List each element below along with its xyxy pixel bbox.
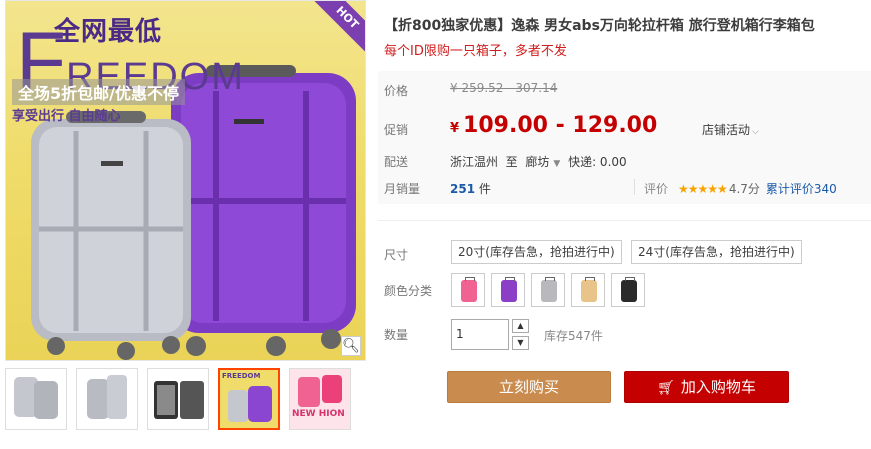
caret-down-icon: ▼ (553, 159, 561, 169)
main-product-image[interactable]: 全网最低 FREEDOM 全场5折包邮/优惠不停 享受出行 自由随心 HOT 🔍… (5, 0, 366, 361)
ship-destination: 廊坊 (525, 155, 550, 169)
promo-slogan: 享受出行 自由随心 (12, 109, 121, 124)
ship-from: 浙江温州 (450, 155, 499, 169)
pink-suitcase-icon (461, 277, 477, 302)
size-option-20[interactable]: 20寸(库存告急，抢拍进行中) (451, 240, 622, 264)
stock-count: 库存547件 (544, 329, 603, 343)
buy-now-button[interactable]: 立刻购买 (447, 371, 611, 403)
add-to-cart-button[interactable]: 🛒︎ 加入购物车 (624, 371, 789, 403)
magnifier-icon[interactable]: 🔍︎ (341, 336, 361, 356)
ship-destination-select[interactable]: 廊坊 ▼ (525, 155, 564, 169)
thumbnail-3[interactable] (147, 368, 209, 430)
sales-count: 251 (450, 182, 476, 196)
thumbnail-label: NEW HION (292, 409, 345, 419)
original-price: ¥ 259.52 - 307.14 (450, 81, 558, 95)
champagne-suitcase-icon (581, 277, 597, 302)
black-suitcase-icon (621, 277, 637, 302)
product-subtitle: 每个ID限购一只箱子，多者不发 (384, 44, 567, 59)
promo-amount: 109.00 - 129.00 (463, 113, 658, 138)
thumbnail-1[interactable] (5, 368, 67, 430)
chevron-down-icon: ⌵ (752, 127, 759, 137)
divider (378, 220, 871, 221)
promo-price: ¥109.00 - 129.00 (450, 113, 657, 138)
thumbnail-2[interactable] (76, 368, 138, 430)
express-fee: 快递: 0.00 (568, 155, 627, 169)
store-activity-dropdown[interactable]: 店铺活动 ⌵ (702, 121, 759, 138)
product-title: 【折800独家优惠】逸森 男女abs万向轮拉杆箱 旅行登机箱行李箱包 (384, 18, 815, 34)
promo-banner: 全场5折包邮/优惠不停 (12, 79, 185, 105)
open-suitcase-icon (154, 381, 204, 419)
sales-unit: 件 (478, 182, 491, 196)
currency-symbol: ¥ (450, 121, 460, 136)
cart-icon: 🛒︎ (657, 380, 675, 396)
promo-label: 促销 (384, 123, 409, 137)
size-option-24[interactable]: 24寸(库存告急，抢拍进行中) (631, 240, 802, 264)
chevron-down-icon: ▼ (517, 338, 524, 347)
rating-label: 评价 (644, 182, 669, 196)
ship-to-word: 至 (505, 155, 518, 169)
add-to-cart-label: 加入购物车 (680, 378, 756, 396)
color-swatch-black[interactable] (611, 273, 645, 307)
thumbnail-strip: FREEDOM NEW HION (5, 368, 351, 430)
thumbnail-label: FREEDOM (222, 372, 261, 380)
chevron-up-icon: ▲ (517, 321, 524, 330)
silver-suitcase-icon (87, 375, 127, 419)
pink-suitcase-icon (298, 375, 342, 407)
color-swatch-champagne[interactable] (571, 273, 605, 307)
product-gallery: 全网最低 FREEDOM 全场5折包邮/优惠不停 享受出行 自由随心 HOT 🔍… (0, 0, 366, 449)
rating-score: 4.7分 (728, 182, 760, 196)
silver-suitcase-icon (541, 277, 557, 302)
store-activity-label: 店铺活动 (702, 123, 751, 137)
thumbnail-4[interactable]: FREEDOM (218, 368, 280, 430)
quantity-label: 数量 (384, 328, 409, 342)
purple-suitcase-icon (501, 277, 517, 302)
quantity-increase-button[interactable]: ▲ (512, 319, 529, 333)
size-label: 尺寸 (384, 248, 409, 262)
star-icon: ★★★★★ (678, 182, 728, 196)
color-label: 颜色分类 (384, 284, 433, 298)
color-swatch-silver[interactable] (531, 273, 565, 307)
shipping-label: 配送 (384, 155, 409, 169)
divider (634, 179, 635, 195)
rating: 评价 ★★★★★ 4.7分 累计评价340 (644, 180, 837, 197)
monthly-sales-label: 月销量 (384, 182, 421, 196)
shipping-info: 浙江温州 至 廊坊 ▼ 快递: 0.00 (450, 153, 627, 170)
thumbnail-5[interactable]: NEW HION (289, 368, 351, 430)
quantity-decrease-button[interactable]: ▼ (512, 336, 529, 350)
price-panel: 价格 ¥ 259.52 - 307.14 促销 ¥109.00 - 129.00… (378, 71, 871, 204)
color-swatch-purple[interactable] (491, 273, 525, 307)
quantity-input[interactable]: 1 (451, 319, 509, 350)
review-count-link[interactable]: 累计评价340 (766, 182, 837, 196)
silver-suitcase-icon (14, 377, 58, 419)
price-label: 价格 (384, 84, 409, 98)
monthly-sales: 251 件 (450, 180, 491, 197)
color-swatch-pink[interactable] (451, 273, 485, 307)
